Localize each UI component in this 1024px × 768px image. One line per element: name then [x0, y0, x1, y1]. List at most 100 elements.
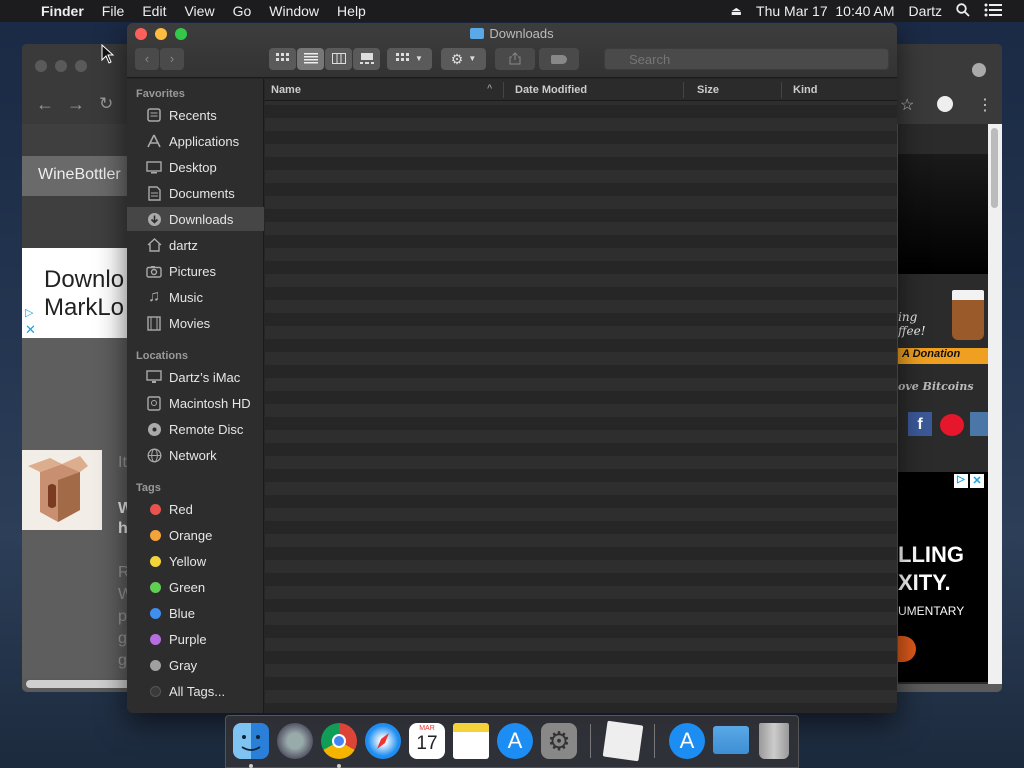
vk-icon[interactable] [970, 412, 988, 436]
sidebar-item-macintosh-hd[interactable]: Macintosh HD [127, 391, 264, 415]
action-gear-button[interactable]: ⚙ ▼ [441, 48, 486, 70]
forward-arrow-icon[interactable]: → [67, 94, 85, 115]
sidebar-tag-purple[interactable]: Purple [127, 627, 264, 651]
weibo-icon[interactable] [940, 414, 964, 436]
menu-window[interactable]: Window [260, 3, 328, 19]
browser-close-button[interactable] [35, 60, 47, 72]
gallery-view-button[interactable] [353, 48, 380, 70]
sidebar-tag-gray[interactable]: Gray [127, 653, 264, 677]
tag-dot-icon [150, 555, 161, 567]
column-divider[interactable] [503, 82, 504, 98]
notification-center-icon[interactable] [977, 3, 1024, 20]
finder-sidebar: Favorites Recents Applications Desktop D… [127, 79, 264, 713]
search-input[interactable] [604, 48, 889, 70]
notes-dock-icon[interactable] [453, 723, 489, 759]
menu-go[interactable]: Go [224, 3, 261, 19]
system-preferences-dock-icon[interactable]: ⚙ [541, 723, 577, 759]
chrome-dock-icon[interactable] [321, 723, 357, 759]
sidebar-item-recents[interactable]: Recents [127, 103, 264, 127]
group-by-button[interactable]: ▼ [387, 48, 432, 70]
column-size[interactable]: Size [697, 84, 719, 96]
user-menu[interactable]: Dartz [902, 3, 949, 19]
sidebar-tag-blue[interactable]: Blue [127, 601, 264, 625]
pictures-icon [145, 263, 163, 279]
back-arrow-icon[interactable]: ← [36, 94, 54, 115]
column-name[interactable]: Name [271, 84, 301, 96]
sidebar-all-tags[interactable]: All Tags... [127, 679, 264, 703]
vertical-scrollbar-thumb[interactable] [991, 128, 998, 208]
profile-icon[interactable] [937, 96, 953, 112]
sidebar-item-desktop[interactable]: Desktop [127, 155, 264, 179]
reload-icon[interactable]: ↻ [99, 94, 113, 114]
spotlight-icon[interactable] [949, 2, 977, 20]
list-view-button[interactable] [297, 48, 324, 70]
gear-icon: ⚙ [450, 51, 464, 67]
trash-dock-icon[interactable] [759, 723, 789, 759]
launchpad-dock-icon[interactable] [277, 723, 313, 759]
calendar-dock-icon[interactable]: MAR 17 [409, 723, 445, 759]
horizontal-scrollbar[interactable] [26, 680, 130, 688]
coffee-banner[interactable] [898, 154, 988, 274]
column-divider[interactable] [683, 82, 684, 98]
icon-view-button[interactable] [269, 48, 296, 70]
tags-button[interactable] [539, 48, 579, 70]
sidebar-item-dartz[interactable]: dartz [127, 233, 264, 257]
recents-icon [145, 107, 163, 123]
applications-folder-dock-icon[interactable]: A [669, 723, 705, 759]
sidebar-item-applications[interactable]: Applications [127, 129, 264, 153]
bookmark-star-icon[interactable]: ☆ [900, 95, 914, 115]
clock[interactable]: Thu Mar 17 10:40 AM [749, 3, 902, 19]
sidebar-tag-orange[interactable]: Orange [127, 523, 264, 547]
safari-dock-icon[interactable] [365, 723, 401, 759]
finder-titlebar: Downloads ‹ › ▼ ⚙ ▼ [127, 23, 897, 78]
sidebar-tag-green[interactable]: Green [127, 575, 264, 599]
menu-finder[interactable]: Finder [32, 3, 93, 19]
menu-view[interactable]: View [175, 3, 223, 19]
download-ad[interactable]: Downlo MarkLo [22, 248, 132, 338]
textedit-dock-icon[interactable] [602, 720, 644, 762]
eject-icon[interactable]: ⏏ [724, 4, 749, 18]
sidebar-tag-yellow[interactable]: Yellow [127, 549, 264, 573]
ad-close-icon[interactable]: ✕ [25, 322, 36, 338]
share-button[interactable] [495, 48, 535, 70]
back-button[interactable]: ‹ [135, 48, 159, 70]
ad-info-icon[interactable]: ▷ [954, 474, 968, 488]
winebottler-bookmark[interactable]: WineBottler [22, 156, 132, 196]
more-options-icon[interactable]: ⋮ [977, 95, 993, 115]
sidebar-item-downloads[interactable]: Downloads [127, 207, 264, 231]
column-date-modified[interactable]: Date Modified [515, 84, 587, 96]
column-kind[interactable]: Kind [793, 84, 817, 96]
sidebar-item-pictures[interactable]: Pictures [127, 259, 264, 283]
browser-zoom-button[interactable] [75, 60, 87, 72]
column-view-button[interactable] [325, 48, 352, 70]
running-indicator [249, 764, 253, 768]
sidebar-item-imac[interactable]: Dartz’s iMac [127, 365, 264, 389]
donation-button[interactable]: A Donation [898, 348, 988, 364]
sidebar-item-remote-disc[interactable]: Remote Disc [127, 417, 264, 441]
chevron-down-icon: ▼ [415, 54, 423, 63]
menu-help[interactable]: Help [328, 3, 375, 19]
sidebar-item-network[interactable]: Network [127, 443, 264, 467]
vertical-scrollbar[interactable] [988, 124, 1002, 684]
downloads-folder-dock-icon[interactable] [713, 726, 749, 754]
forward-button[interactable]: › [160, 48, 184, 70]
browser-menu-chevron-icon[interactable] [972, 63, 986, 77]
ad-play-icon[interactable]: ▷ [25, 306, 33, 319]
sidebar-item-music[interactable]: ♫ Music [127, 285, 264, 309]
documents-icon [145, 185, 163, 201]
sidebar-tag-red[interactable]: Red [127, 497, 264, 521]
app-store-dock-icon[interactable]: A [497, 723, 533, 759]
finder-dock-icon[interactable] [233, 723, 269, 759]
menu-file[interactable]: File [93, 3, 134, 19]
menu-edit[interactable]: Edit [133, 3, 175, 19]
sidebar-item-documents[interactable]: Documents [127, 181, 264, 205]
browser-minimize-button[interactable] [55, 60, 67, 72]
column-divider[interactable] [781, 82, 782, 98]
ad-close-icon[interactable]: ✕ [970, 474, 984, 488]
file-list[interactable]: Name ^ Date Modified Size Kind [265, 79, 897, 713]
facebook-icon[interactable]: f [908, 412, 932, 436]
sidebar-item-movies[interactable]: Movies [127, 311, 264, 335]
network-icon [145, 447, 163, 463]
dock: MAR 17 A ⚙ A [225, 715, 799, 768]
documentary-ad[interactable]: ▷ ✕ LLING XITY. UMENTARY [898, 472, 988, 682]
